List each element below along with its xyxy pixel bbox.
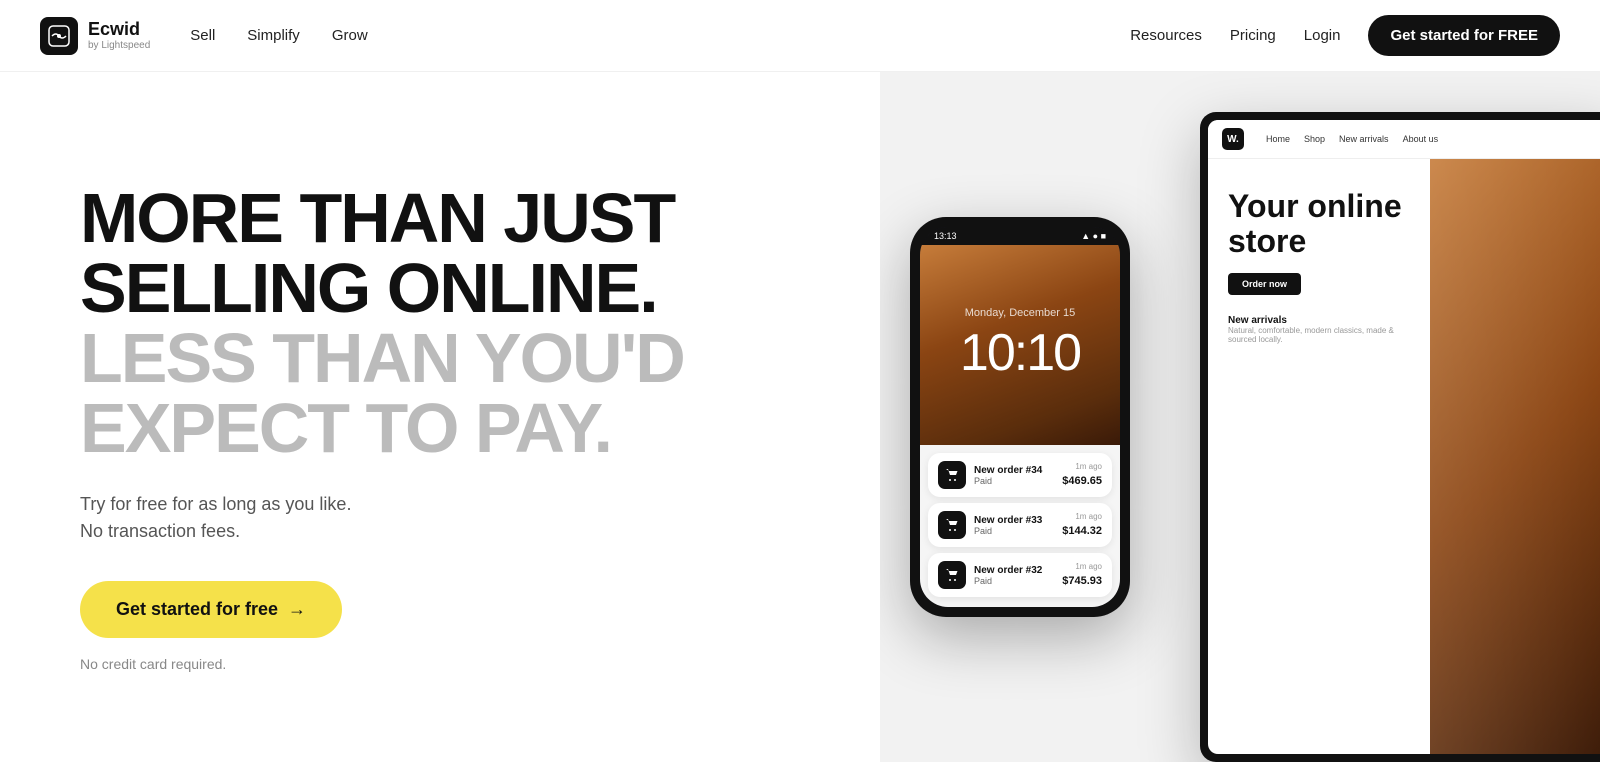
- tablet-new-arrivals-label: New arrivals: [1228, 315, 1410, 326]
- nav-cta-button[interactable]: Get started for FREE: [1368, 15, 1560, 56]
- notif-time-2: 1m ago: [1062, 512, 1102, 521]
- logo-text: Ecwid by Lightspeed: [88, 20, 150, 51]
- nav-simplify-link[interactable]: Simplify: [247, 27, 300, 44]
- notif-meta-1: 1m ago $469.65: [1062, 462, 1102, 489]
- notif-amount-3: $745.93: [1062, 575, 1102, 587]
- nav-left-links: Sell Simplify Grow: [190, 27, 367, 44]
- tablet-new-arrivals-sub: Natural, comfortable, modern classics, m…: [1228, 326, 1410, 344]
- hero-heading-line1: MORE THAN JUST: [80, 183, 820, 253]
- tablet-shell: W. Home Shop New arrivals About us Your …: [1200, 112, 1600, 762]
- tablet-screen: W. Home Shop New arrivals About us Your …: [1208, 120, 1600, 754]
- nav-resources-link[interactable]: Resources: [1130, 27, 1202, 44]
- phone-notif-1: New order #34 Paid 1m ago $469.65: [928, 453, 1112, 497]
- phone-time-display: 10:10: [960, 323, 1080, 383]
- hero-right: 13:13 ▲ ● ■ Monday, December 15 10:10: [880, 72, 1600, 762]
- phone-notifications: New order #34 Paid 1m ago $469.65: [920, 445, 1120, 607]
- tablet-nav-logo: W.: [1222, 128, 1244, 150]
- logo-sub: by Lightspeed: [88, 40, 150, 51]
- notif-body-3: New order #32 Paid: [974, 565, 1054, 586]
- notif-body-2: New order #33 Paid: [974, 515, 1054, 536]
- notif-meta-2: 1m ago $144.32: [1062, 512, 1102, 539]
- phone-screen: 13:13 ▲ ● ■ Monday, December 15 10:10: [920, 227, 1120, 607]
- notif-amount-2: $144.32: [1062, 525, 1102, 537]
- nav-left: Ecwid by Lightspeed Sell Simplify Grow: [40, 17, 368, 55]
- tablet-nav-arrivals: New arrivals: [1339, 134, 1389, 144]
- hero-subtext-line2: No transaction fees.: [80, 518, 820, 545]
- hero-subtext-line1: Try for free for as long as you like.: [80, 491, 820, 518]
- hero-section: MORE THAN JUST SELLING ONLINE. LESS THAN…: [0, 72, 1600, 762]
- nav-right: Resources Pricing Login Get started for …: [1130, 15, 1560, 56]
- phone-status-icons: ▲ ● ■: [1081, 231, 1106, 241]
- tablet-nav: W. Home Shop New arrivals About us: [1208, 120, 1600, 159]
- notif-meta-3: 1m ago $745.93: [1062, 562, 1102, 589]
- tablet-hero-text: Your online store Order now New arrivals…: [1208, 159, 1430, 754]
- tablet-nav-links: Home Shop New arrivals About us: [1266, 134, 1438, 144]
- notif-status-2: Paid: [974, 526, 1054, 536]
- logo-brand: Ecwid: [88, 20, 150, 40]
- notif-time-3: 1m ago: [1062, 562, 1102, 571]
- nav-grow-link[interactable]: Grow: [332, 27, 368, 44]
- phone-notif-2: New order #33 Paid 1m ago $144.32: [928, 503, 1112, 547]
- hero-heading: MORE THAN JUST SELLING ONLINE. LESS THAN…: [80, 183, 820, 463]
- phone-mockup: 13:13 ▲ ● ■ Monday, December 15 10:10: [910, 217, 1130, 617]
- tablet-nav-home: Home: [1266, 134, 1290, 144]
- phone-notif-3: New order #32 Paid 1m ago $745.93: [928, 553, 1112, 597]
- hero-heading-line4: EXPECT TO PAY.: [80, 393, 820, 463]
- hero-cta-label: Get started for free: [116, 599, 278, 620]
- tablet-order-now-button[interactable]: Order now: [1228, 273, 1301, 295]
- notif-status-1: Paid: [974, 476, 1054, 486]
- notif-icon-3: [938, 561, 966, 589]
- tablet-hero-title: Your online store: [1228, 189, 1410, 259]
- phone-shell: 13:13 ▲ ● ■ Monday, December 15 10:10: [910, 217, 1130, 617]
- hero-cta-arrow: →: [288, 599, 306, 620]
- notif-title-1: New order #34: [974, 465, 1054, 476]
- phone-top-bar: 13:13 ▲ ● ■: [920, 227, 1120, 245]
- phone-wallpaper: Monday, December 15 10:10: [920, 245, 1120, 445]
- tablet-nav-about: About us: [1403, 134, 1439, 144]
- notif-body-1: New order #34 Paid: [974, 465, 1054, 486]
- notif-time-1: 1m ago: [1062, 462, 1102, 471]
- hero-heading-line3: LESS THAN YOU'D: [80, 323, 820, 393]
- tablet-nav-shop: Shop: [1304, 134, 1325, 144]
- navbar: Ecwid by Lightspeed Sell Simplify Grow R…: [0, 0, 1600, 72]
- tablet-hero-image: [1430, 159, 1600, 754]
- phone-date: Monday, December 15: [965, 307, 1075, 319]
- notif-amount-1: $469.65: [1062, 475, 1102, 487]
- logo-link[interactable]: Ecwid by Lightspeed: [40, 17, 150, 55]
- logo-icon: [40, 17, 78, 55]
- notif-icon-2: [938, 511, 966, 539]
- hero-left: MORE THAN JUST SELLING ONLINE. LESS THAN…: [0, 72, 880, 762]
- notif-icon-1: [938, 461, 966, 489]
- hero-no-cc: No credit card required.: [80, 656, 820, 672]
- hero-cta-button[interactable]: Get started for free →: [80, 581, 342, 638]
- tablet-hero: Your online store Order now New arrivals…: [1208, 159, 1600, 754]
- nav-pricing-link[interactable]: Pricing: [1230, 27, 1276, 44]
- hero-heading-line2: SELLING ONLINE.: [80, 253, 820, 323]
- notif-status-3: Paid: [974, 576, 1054, 586]
- hero-subtext: Try for free for as long as you like. No…: [80, 491, 820, 545]
- notif-title-3: New order #32: [974, 565, 1054, 576]
- tablet-mockup: W. Home Shop New arrivals About us Your …: [1200, 112, 1600, 762]
- notif-title-2: New order #33: [974, 515, 1054, 526]
- nav-sell-link[interactable]: Sell: [190, 27, 215, 44]
- nav-login-link[interactable]: Login: [1304, 27, 1341, 44]
- phone-time-label: 13:13: [934, 231, 957, 241]
